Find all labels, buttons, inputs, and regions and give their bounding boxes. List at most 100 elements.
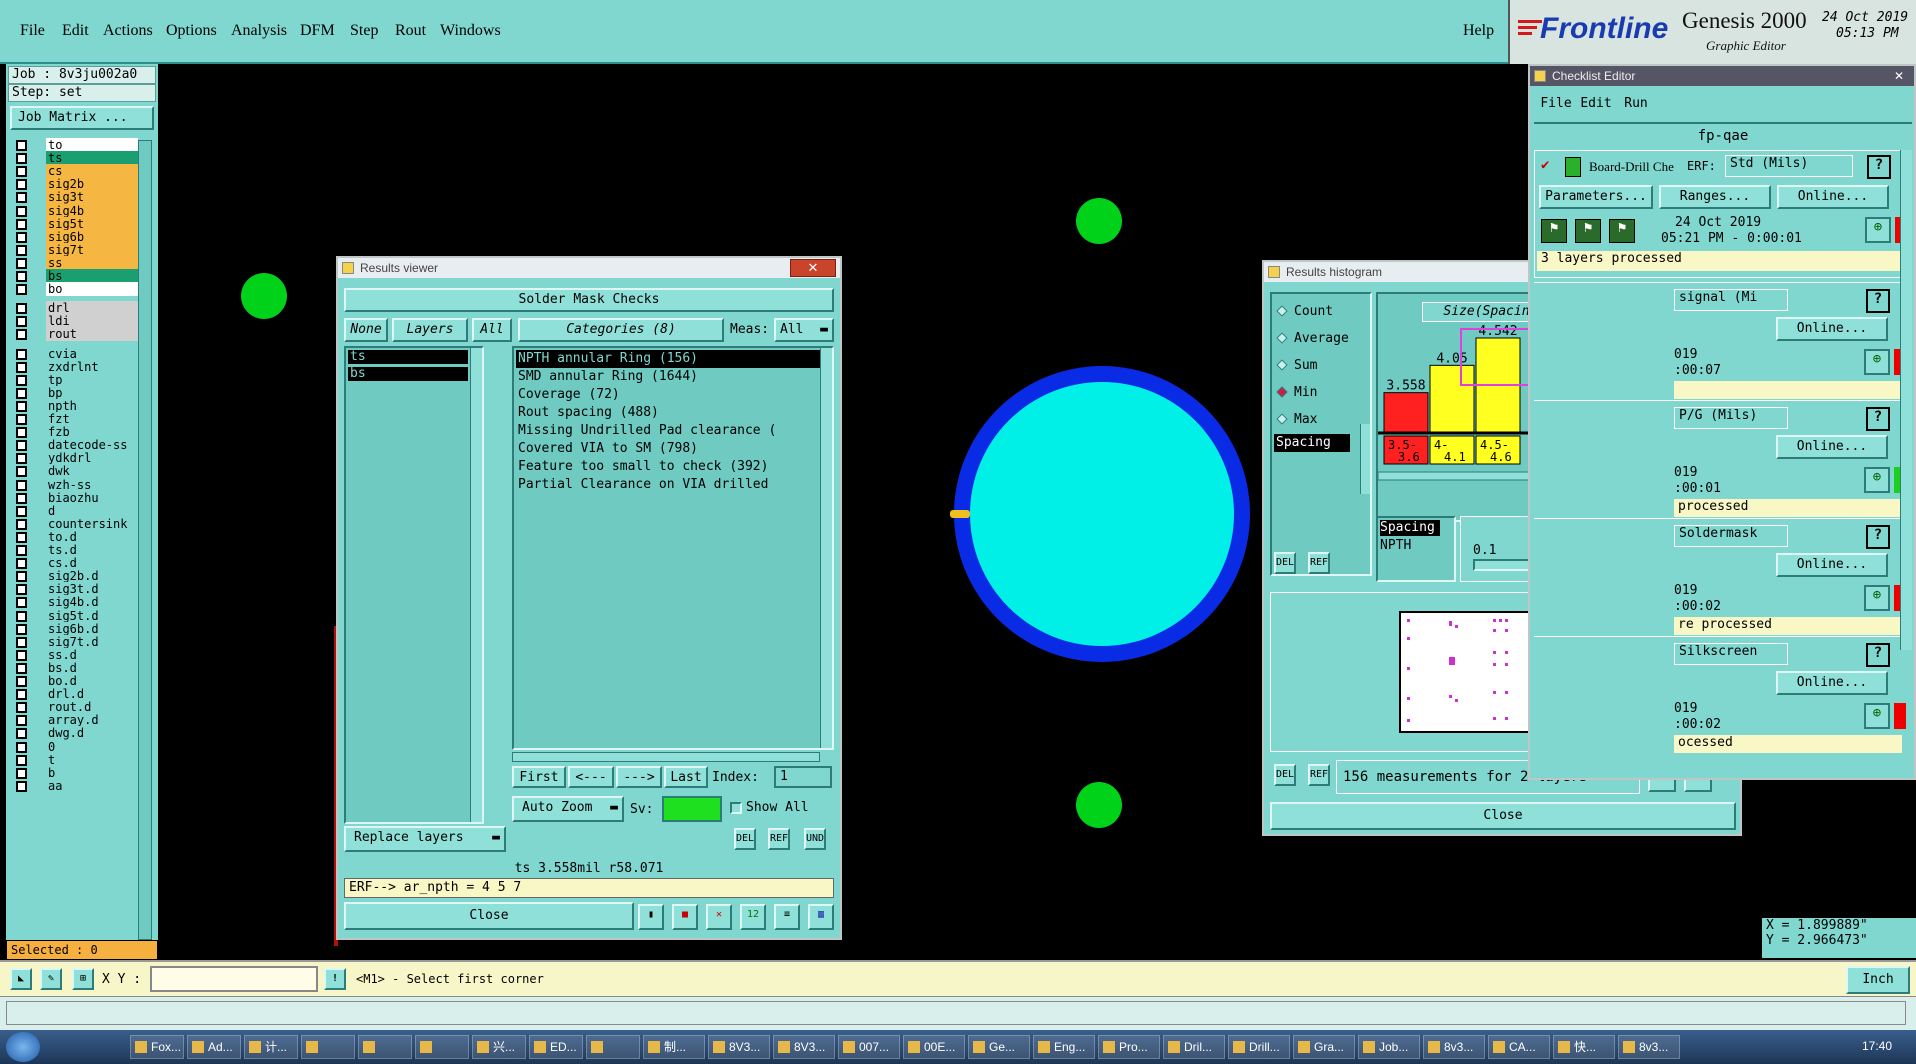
layer-checkbox[interactable] [16, 597, 27, 609]
erf-value[interactable]: Silkscreen [1674, 643, 1788, 665]
close-button[interactable]: Close [344, 902, 634, 930]
histogram-bar[interactable] [1383, 392, 1429, 433]
stat-option-average[interactable]: Average [1276, 325, 1368, 352]
layer-name[interactable]: sig4b.d [46, 595, 138, 610]
online-button[interactable]: Online... [1776, 435, 1888, 459]
stat-option-count[interactable]: Count [1276, 298, 1368, 325]
select-all-button[interactable]: All [472, 318, 512, 342]
layer-checkbox[interactable] [16, 440, 27, 452]
sv-color-select[interactable] [662, 796, 722, 822]
category-item[interactable]: Rout spacing (488) [516, 404, 820, 422]
layer-checkbox[interactable] [16, 271, 27, 282]
taskbar-item[interactable]: 8V3... [708, 1035, 770, 1059]
cross-icon[interactable]: ✕ [706, 904, 732, 930]
report-icon[interactable]: ■ [672, 904, 698, 930]
layer-checkbox[interactable] [16, 479, 27, 491]
radio-icon[interactable] [1276, 413, 1288, 425]
green-pad-left[interactable] [241, 273, 287, 319]
layer-checkbox[interactable] [16, 427, 27, 439]
layer-name[interactable]: sig7t.d [46, 634, 138, 649]
menu-edit[interactable]: Edit [62, 22, 89, 40]
layer-name[interactable]: sig5t [46, 216, 138, 231]
layer-checkbox[interactable] [16, 414, 27, 425]
stat-option-sum[interactable]: Sum [1276, 352, 1368, 379]
measure-npth[interactable]: NPTH [1380, 538, 1411, 553]
layer-checkbox[interactable] [16, 205, 27, 217]
taskbar-item[interactable]: Eng... [1033, 1035, 1095, 1059]
layer-row-rout[interactable]: rout [10, 327, 138, 342]
menu-actions[interactable]: Actions [103, 22, 153, 40]
taskbar-item[interactable]: Drill... [1228, 1035, 1290, 1059]
error-marker[interactable] [950, 510, 970, 518]
checklist-menu-edit[interactable]: Edit [1576, 94, 1616, 120]
checklist-menu-file[interactable]: File [1536, 94, 1576, 120]
layer-checkbox[interactable] [16, 518, 27, 530]
layer-checkbox[interactable] [16, 140, 27, 151]
layer-checkbox[interactable] [16, 715, 27, 727]
check-mark-icon[interactable]: ✔ [1541, 157, 1549, 173]
green-pad-bottom[interactable] [1076, 782, 1122, 828]
options-scrollbar[interactable] [1360, 424, 1370, 494]
ref-icon[interactable]: REF [768, 828, 790, 850]
select-none-button[interactable]: None [344, 318, 388, 342]
layer-checkbox[interactable] [16, 558, 27, 570]
run-icon[interactable]: ⚑ [1575, 219, 1601, 243]
npth-pad-inner[interactable] [970, 382, 1234, 646]
category-item[interactable]: SMD annular Ring (1644) [516, 368, 820, 386]
xy-input[interactable] [150, 966, 318, 992]
online-button[interactable]: Online... [1777, 185, 1889, 209]
erf-value[interactable]: P/G (Mils) [1674, 407, 1788, 429]
layers-tab[interactable]: Layers [392, 318, 468, 342]
taskbar-item[interactable] [301, 1035, 355, 1059]
taskbar-item[interactable]: Fox... [130, 1035, 184, 1059]
taskbar-item[interactable]: 兴... [472, 1035, 526, 1059]
layer-name[interactable]: dwg.d [46, 726, 138, 741]
layer-checkbox[interactable] [16, 584, 27, 596]
solder-mask-checks-header[interactable]: Solder Mask Checks [344, 288, 834, 312]
checklist-menu-run[interactable]: Run [1616, 94, 1656, 120]
list-icon[interactable]: ≡ [774, 904, 800, 930]
layer-checkbox[interactable] [16, 636, 27, 648]
del-icon[interactable]: DEL [1274, 764, 1296, 786]
layer-name[interactable]: cs [46, 164, 138, 179]
taskbar-item[interactable] [415, 1035, 469, 1059]
checklist-scrollbar[interactable] [1900, 150, 1912, 650]
layer-checkbox[interactable] [16, 284, 27, 296]
layer-checkbox[interactable] [16, 505, 27, 517]
layer-checkbox[interactable] [16, 361, 27, 373]
parameters-button[interactable]: Parameters... [1539, 185, 1653, 209]
layer-checkbox[interactable] [16, 623, 27, 635]
layer-checkbox[interactable] [16, 466, 27, 478]
layer-checkbox[interactable] [16, 166, 27, 178]
layer-checkbox[interactable] [16, 192, 27, 204]
sequence-icon[interactable]: 12 [740, 904, 766, 930]
layer-name[interactable]: bs [46, 269, 138, 283]
del-icon[interactable]: DEL [734, 828, 756, 850]
radio-icon[interactable] [1276, 305, 1288, 317]
first-button[interactable]: First [512, 766, 566, 788]
layer-name[interactable]: ts.d [46, 543, 138, 557]
layer-checkbox[interactable] [16, 400, 27, 412]
layer-checkbox[interactable] [16, 374, 27, 386]
ref-icon[interactable]: REF [1308, 552, 1330, 574]
taskbar-item[interactable]: 8v3... [1423, 1035, 1485, 1059]
ranges-button[interactable]: Ranges... [1659, 185, 1771, 209]
taskbar-item[interactable]: CA... [1488, 1035, 1550, 1059]
layer-name[interactable]: to [46, 138, 138, 152]
layer-name[interactable]: ss [46, 255, 138, 270]
layer-checkbox[interactable] [16, 153, 27, 165]
taskbar-item[interactable]: 8V3... [773, 1035, 835, 1059]
layer-checkbox[interactable] [16, 303, 27, 315]
check-name[interactable]: Board-Drill Che [1589, 159, 1687, 175]
menu-rout[interactable]: Rout [395, 22, 426, 40]
layer-name[interactable]: array.d [46, 713, 138, 728]
erf-value[interactable]: Std (Mils) [1725, 155, 1853, 177]
layer-checkbox[interactable] [16, 545, 27, 556]
layer-checkbox[interactable] [16, 244, 27, 256]
layer-checkbox[interactable] [16, 531, 27, 543]
layer-checkbox[interactable] [16, 728, 27, 740]
layer-name[interactable]: npth [46, 398, 138, 413]
layer-checkbox[interactable] [16, 571, 27, 583]
measure-spacing[interactable]: Spacing [1380, 520, 1440, 536]
unit-select[interactable]: Inch [1846, 966, 1910, 994]
